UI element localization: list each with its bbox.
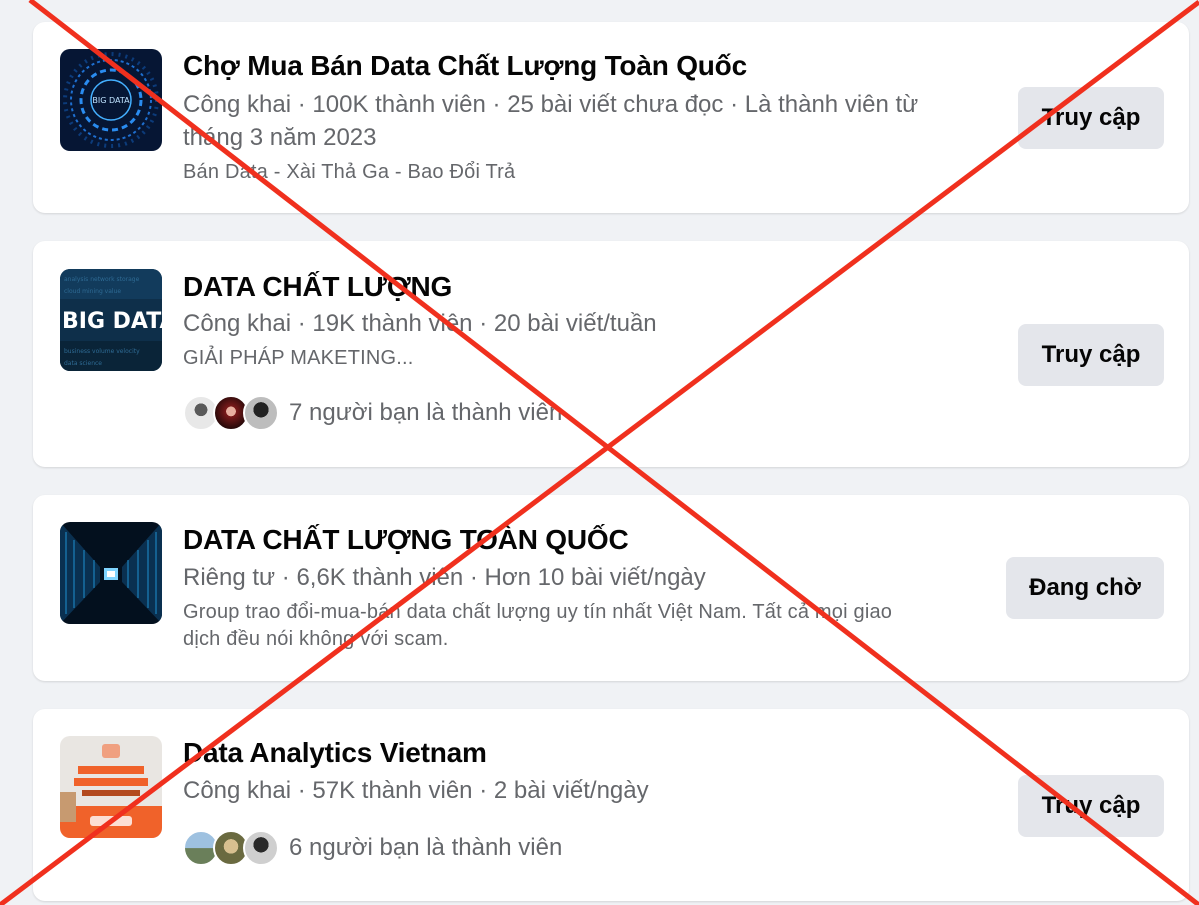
group-name[interactable]: Chợ Mua Bán Data Chất Lượng Toàn Quốc <box>183 50 747 82</box>
group-name[interactable]: DATA CHẤT LƯỢNG TOÀN QUỐC <box>183 524 629 556</box>
group-description: GIẢI PHÁP MAKETING... <box>183 347 414 369</box>
group-card: DATA CHẤT LƯỢNG TOÀN QUỐC Riêng tư · 6,6… <box>33 495 1189 681</box>
avatar[interactable] <box>243 395 279 431</box>
group-description-continued: dịch đều nói không với scam. <box>183 628 449 650</box>
group-meta: Công khai · 57K thành viên · 2 bài viết/… <box>183 777 649 804</box>
group-card: Data Analytics Vietnam Công khai · 57K t… <box>33 709 1189 901</box>
friends-row: 6 người bạn là thành viên <box>183 828 562 868</box>
pending-button[interactable]: Đang chờ <box>1006 557 1164 619</box>
group-meta: Công khai · 100K thành viên · 25 bài viế… <box>183 91 919 118</box>
visit-button[interactable]: Truy cập <box>1018 324 1164 386</box>
group-thumbnail[interactable] <box>60 522 162 624</box>
group-meta: Công khai · 19K thành viên · 20 bài viết… <box>183 310 657 337</box>
group-card: BIG DATA Chợ Mua Bán Data Chất Lượng Toà… <box>33 22 1189 213</box>
group-name[interactable]: DATA CHẤT LƯỢNG <box>183 271 452 303</box>
group-name[interactable]: Data Analytics Vietnam <box>183 737 487 769</box>
friends-row: 7 người bạn là thành viên <box>183 393 562 433</box>
group-card: analysis network storage cloud mining va… <box>33 241 1189 467</box>
friend-avatars <box>183 830 279 866</box>
friends-count: 7 người bạn là thành viên <box>289 399 563 426</box>
thumbnail-text: BIG DATA <box>92 96 130 105</box>
friends-count: 6 người bạn là thành viên <box>289 834 563 861</box>
svg-text:data science: data science <box>64 360 102 367</box>
svg-text:business volume velocity: business volume velocity <box>64 348 140 355</box>
group-description: Bán Data - Xài Thả Ga - Bao Đổi Trả <box>183 161 516 183</box>
group-meta-continued: tháng 3 năm 2023 <box>183 124 377 151</box>
group-meta: Riêng tư · 6,6K thành viên · Hơn 10 bài … <box>183 564 706 591</box>
thumbnail-text: BIG DATA <box>62 309 162 334</box>
svg-text:cloud mining value: cloud mining value <box>64 288 121 295</box>
group-thumbnail[interactable]: BIG DATA <box>60 49 162 151</box>
visit-button[interactable]: Truy cập <box>1018 87 1164 149</box>
friend-avatars <box>183 395 279 431</box>
svg-text:analysis network storage: analysis network storage <box>64 276 140 283</box>
avatar[interactable] <box>243 830 279 866</box>
group-thumbnail[interactable] <box>60 736 162 838</box>
group-thumbnail[interactable]: analysis network storage cloud mining va… <box>60 269 162 371</box>
visit-button[interactable]: Truy cập <box>1018 775 1164 837</box>
group-description: Group trao đổi-mua-bán data chất lượng u… <box>183 601 893 623</box>
